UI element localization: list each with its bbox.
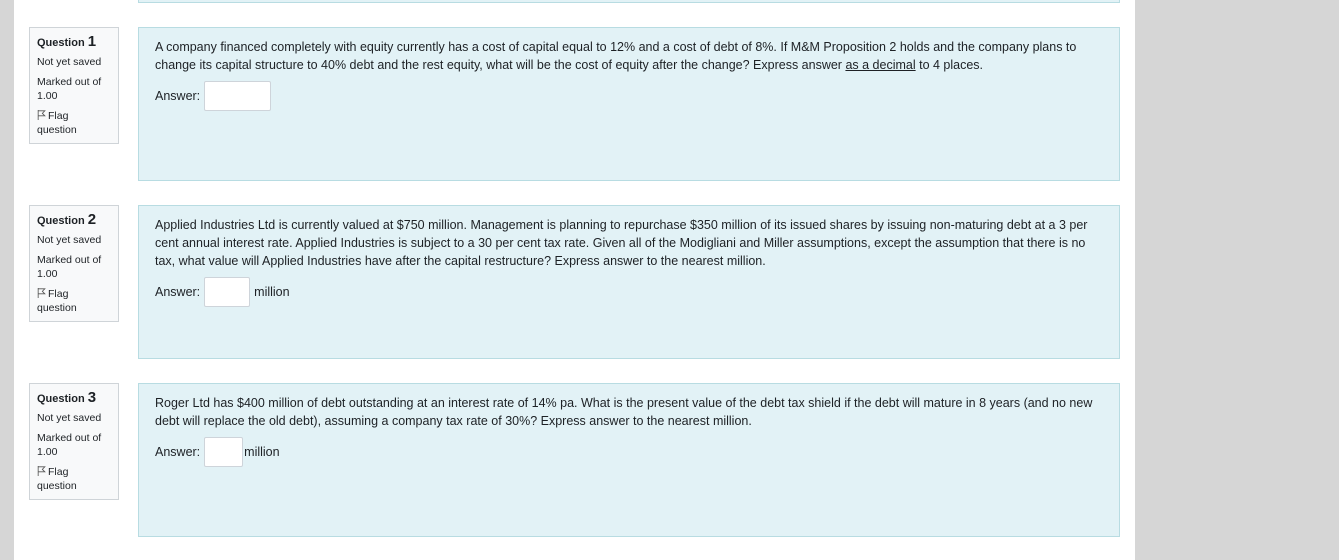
question-1-text: A company financed completely with equit… <box>155 40 1077 72</box>
question-2-content: Applied Industries Ltd is currently valu… <box>138 205 1120 359</box>
question-2-answer-row: Answer: million <box>155 277 1103 307</box>
flag-icon <box>37 288 46 298</box>
question-2-state: Not yet saved <box>37 234 102 246</box>
answer-label: Answer: <box>155 89 201 103</box>
question-3-text: Roger Ltd has $400 million of debt outst… <box>155 396 1093 428</box>
question-2-number: Question 2 <box>37 211 97 228</box>
as-a-decimal-link[interactable]: as a decimal <box>845 58 915 72</box>
question-2-info: Question 2 Not yet saved Marked out of 1… <box>29 205 119 322</box>
question-1-state: Not yet saved <box>37 56 102 68</box>
question-3-content: Roger Ltd has $400 million of debt outst… <box>138 383 1120 537</box>
question-3-number: Question 3 <box>37 389 97 406</box>
right-margin <box>1135 0 1339 560</box>
question-3-answer-row: Answer: million <box>155 437 1103 467</box>
question-2-grade: Marked out of 1.00 <box>37 254 102 280</box>
question-2-answer-input[interactable] <box>204 277 251 307</box>
question-1-answer-input[interactable] <box>204 81 272 111</box>
question-2-text: Applied Industries Ltd is currently valu… <box>155 218 1088 268</box>
question-3-state: Not yet saved <box>37 412 102 424</box>
question-2-unit: million <box>254 285 290 299</box>
question-1-grade: Marked out of 1.00 <box>37 76 102 102</box>
flag-icon <box>37 466 46 476</box>
question-3-unit: million <box>244 445 280 459</box>
previous-question-edge <box>138 0 1120 3</box>
question-1-answer-row: Answer: <box>155 81 1103 111</box>
question-2-flag-button[interactable]: Flag question <box>37 287 111 315</box>
flag-icon <box>37 110 46 120</box>
question-3-grade: Marked out of 1.00 <box>37 432 102 458</box>
question-3-flag-button[interactable]: Flag question <box>37 465 111 493</box>
answer-label: Answer: <box>155 285 201 299</box>
question-1-number: Question 1 <box>37 33 97 50</box>
question-1-content: A company financed completely with equit… <box>138 27 1120 181</box>
left-margin <box>0 0 14 560</box>
question-1-flag-button[interactable]: Flag question <box>37 109 111 137</box>
question-3-info: Question 3 Not yet saved Marked out of 1… <box>29 383 119 500</box>
question-1-info: Question 1 Not yet saved Marked out of 1… <box>29 27 119 144</box>
question-3-answer-input[interactable] <box>204 437 244 467</box>
answer-label: Answer: <box>155 445 201 459</box>
